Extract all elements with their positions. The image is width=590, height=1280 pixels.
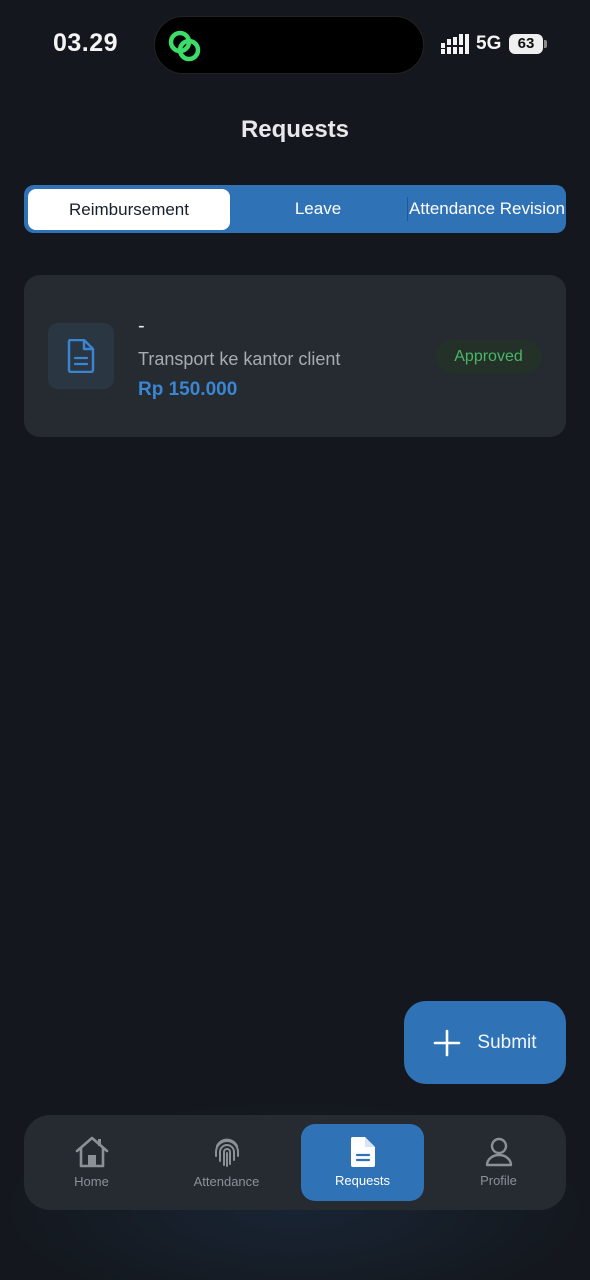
tab-attendance-revision[interactable]: Attendance Revision [408,185,566,233]
nav-item-attendance[interactable]: Attendance [159,1115,294,1210]
network-type: 5G [476,33,502,54]
request-type-tabs: Reimbursement Leave Attendance Revision [24,185,566,233]
nav-item-profile[interactable]: Profile [431,1115,566,1210]
document-icon [350,1137,375,1167]
person-icon [485,1137,512,1167]
nav-label-profile: Profile [480,1173,517,1188]
fingerprint-icon [214,1138,239,1167]
nav-label-home: Home [74,1174,109,1189]
bottom-nav: Home Attendance Requests Profile [24,1115,566,1210]
document-icon [67,339,95,373]
nav-label-attendance: Attendance [193,1174,260,1189]
page-title: Requests [240,116,350,143]
status-badge: Approved [435,340,542,373]
request-description: Transport ke kantor client [138,349,341,369]
link-icon [168,30,201,62]
tab-reimbursement[interactable]: Reimbursement [28,189,230,230]
battery-tip [544,40,547,48]
nav-item-requests[interactable]: Requests [301,1124,424,1201]
request-card[interactable]: - Transport ke kantor client Rp 150.000 … [24,275,566,437]
nav-label-requests: Requests [335,1173,390,1188]
request-title: - [138,315,145,337]
signal-icon [441,34,469,54]
plus-icon [434,1029,461,1056]
battery-icon: 63 [509,34,547,54]
battery-level: 63 [509,34,543,54]
nav-item-home[interactable]: Home [24,1115,159,1210]
request-amount: Rp 150.000 [138,379,238,400]
submit-button[interactable]: Submit [404,1001,566,1084]
submit-label: Submit [477,1031,537,1053]
home-icon [75,1136,108,1168]
status-time: 03.29 [53,29,119,57]
document-icon-box [48,323,114,389]
dynamic-island [154,16,424,74]
tab-leave[interactable]: Leave [230,185,406,233]
